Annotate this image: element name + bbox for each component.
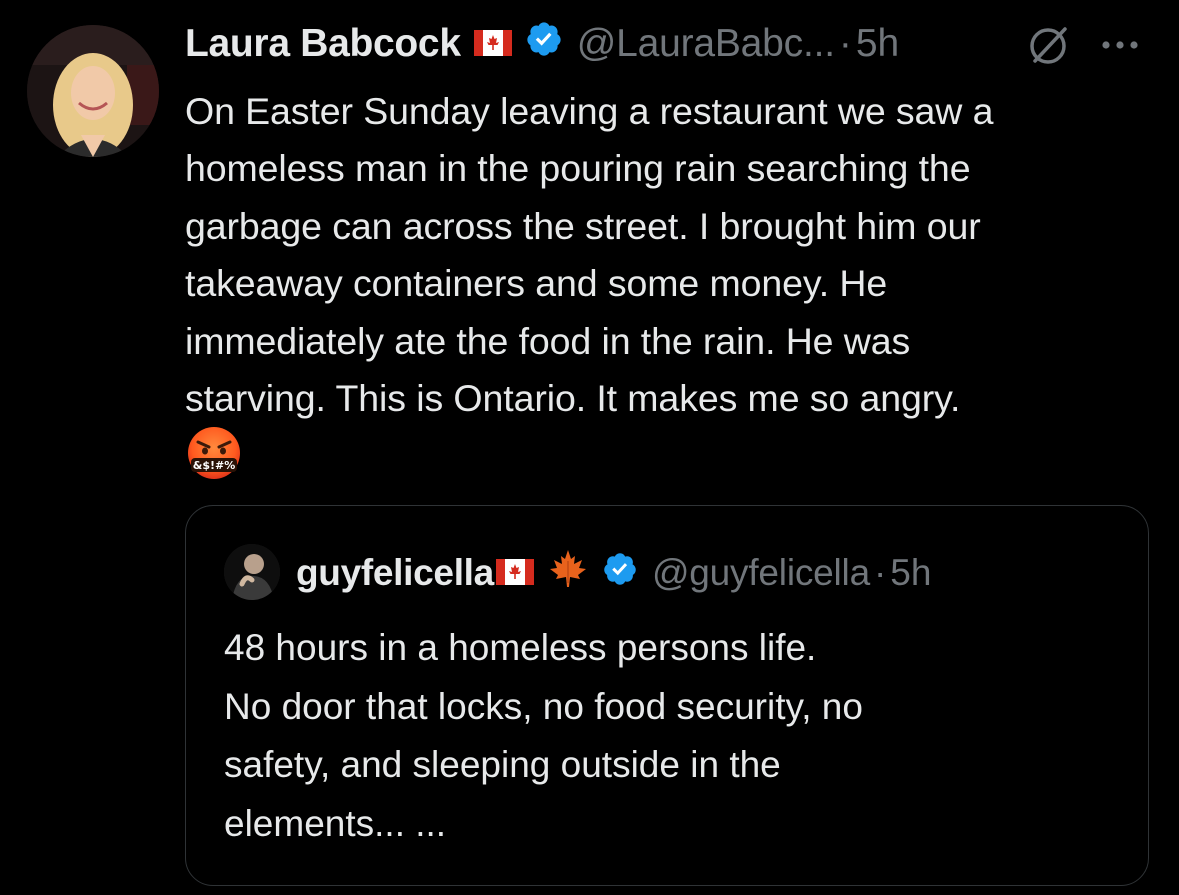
tweet-text-line: takeaway containers and some money. He [185, 262, 888, 305]
tweet-text: On Easter Sunday leaving a restaurant we… [185, 83, 1160, 427]
tweet-text-line: homeless man in the pouring rain searchi… [185, 147, 971, 190]
separator-dot: · [873, 552, 887, 593]
quoted-text-line: safety, and sleeping outside in the [224, 744, 781, 785]
tweet[interactable]: Laura Babcock @LauraBabc... · 5h On East… [0, 0, 1179, 895]
face-with-symbols-on-mouth-icon: &$!#% [186, 425, 242, 486]
maple-leaf-icon [546, 547, 590, 600]
grok-icon[interactable] [1025, 23, 1071, 74]
canada-flag-icon [473, 22, 512, 66]
quoted-tweet[interactable]: guyfelicella @guyfelicella · 5h 48 hours… [185, 505, 1149, 886]
quoted-author-handle[interactable]: @guyfelicella [652, 552, 870, 594]
quoted-tweet-text: 48 hours in a homeless persons life. No … [224, 619, 1124, 853]
quoted-author-name[interactable]: guyfelicella [296, 552, 494, 594]
canada-flag-icon [495, 552, 534, 594]
verified-badge-icon [602, 551, 638, 596]
quoted-text-line: No door that locks, no food security, no [224, 685, 863, 727]
quoted-author-avatar[interactable] [224, 544, 280, 600]
quoted-text-line: 48 hours in a homeless persons life. [224, 627, 817, 668]
more-options-icon[interactable] [1097, 27, 1143, 68]
quoted-text-line: elements... ... [224, 802, 447, 844]
tweet-text-line: garbage can across the street. I brought… [185, 204, 981, 247]
author-handle[interactable]: @LauraBabc... [577, 22, 835, 66]
tweet-header: Laura Babcock @LauraBabc... · 5h [185, 18, 899, 70]
author-name[interactable]: Laura Babcock [185, 22, 461, 66]
tweet-timestamp[interactable]: 5h [856, 22, 899, 66]
emoji-symbol-text: &$!#% [193, 459, 236, 472]
quoted-tweet-timestamp[interactable]: 5h [890, 552, 931, 594]
tweet-text-line: immediately ate the food in the rain. He… [185, 319, 911, 362]
quoted-tweet-header: guyfelicella @guyfelicella · 5h [296, 549, 931, 597]
author-avatar[interactable] [27, 25, 159, 157]
separator-dot: · [838, 22, 852, 65]
verified-badge-icon [525, 20, 563, 68]
tweet-text-line: On Easter Sunday leaving a restaurant we… [185, 90, 994, 132]
tweet-text-line: starving. This is Ontario. It makes me s… [185, 377, 961, 420]
